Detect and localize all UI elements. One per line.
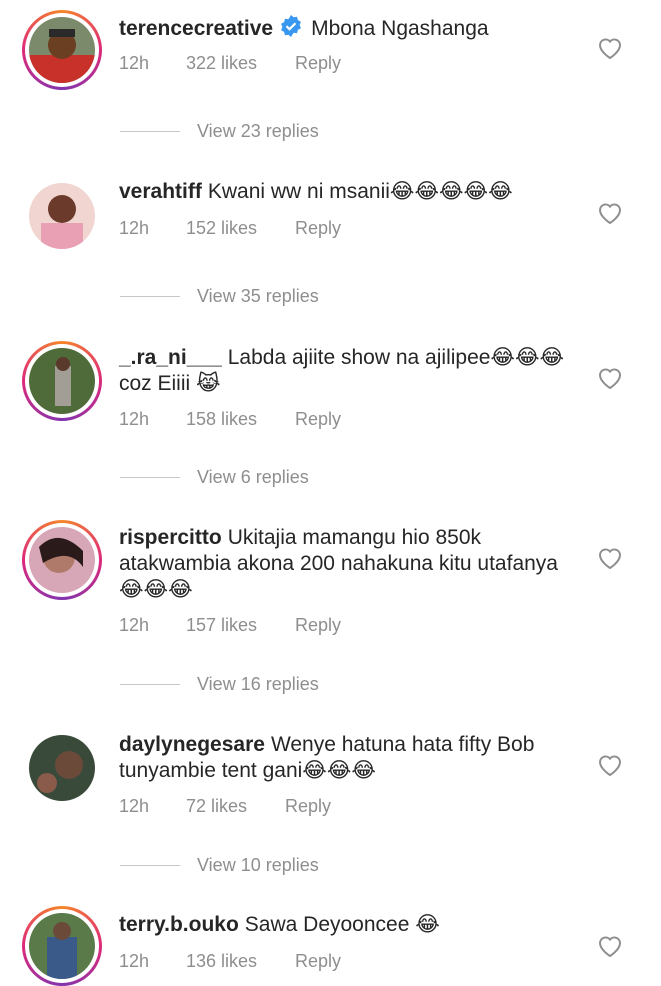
- comment-username[interactable]: daylynegesare: [119, 733, 265, 756]
- heart-outline-icon[interactable]: [597, 201, 623, 225]
- comment-likes[interactable]: 72 likes: [186, 796, 285, 817]
- divider: [120, 865, 180, 866]
- avatar[interactable]: [22, 341, 102, 421]
- comment-likes[interactable]: 157 likes: [186, 615, 295, 636]
- comment-time: 12h: [119, 615, 150, 635]
- comment-likes[interactable]: 158 likes: [186, 409, 295, 430]
- verified-badge-icon: [279, 14, 303, 45]
- comment-text: Kwani ww ni msanii😂😂😂😂😂: [207, 180, 513, 203]
- view-replies-label: View 16 replies: [197, 674, 319, 694]
- heart-outline-icon[interactable]: [597, 753, 623, 777]
- avatar[interactable]: [22, 906, 102, 986]
- view-replies-button[interactable]: View 10 replies: [120, 855, 319, 876]
- comment-likes[interactable]: 136 likes: [186, 951, 295, 972]
- reply-button[interactable]: Reply: [295, 951, 341, 972]
- comment-time: 12h: [119, 53, 150, 73]
- comment-username[interactable]: rispercitto: [119, 526, 222, 549]
- reply-button[interactable]: Reply: [295, 409, 341, 430]
- comment-time: 12h: [119, 796, 150, 816]
- comment-time: 12h: [119, 218, 150, 238]
- view-replies-button[interactable]: View 35 replies: [120, 286, 319, 307]
- divider: [120, 477, 180, 478]
- view-replies-button[interactable]: View 6 replies: [120, 467, 309, 488]
- view-replies-label: View 35 replies: [197, 286, 319, 306]
- view-replies-button[interactable]: View 23 replies: [120, 121, 319, 142]
- view-replies-label: View 23 replies: [197, 121, 319, 141]
- view-replies-button[interactable]: View 16 replies: [120, 674, 319, 695]
- comment-username[interactable]: terry.b.ouko: [119, 913, 239, 936]
- comment-time: 12h: [119, 951, 150, 971]
- reply-button[interactable]: Reply: [295, 53, 341, 74]
- comment-username[interactable]: verahtiff: [119, 180, 202, 203]
- divider: [120, 296, 180, 297]
- avatar[interactable]: [22, 728, 102, 808]
- comment-text: Sawa Deyooncee 😂: [244, 913, 440, 936]
- heart-outline-icon[interactable]: [597, 546, 623, 570]
- reply-button[interactable]: Reply: [295, 218, 341, 239]
- heart-outline-icon[interactable]: [597, 934, 623, 958]
- view-replies-label: View 10 replies: [197, 855, 319, 875]
- avatar[interactable]: [22, 176, 102, 256]
- reply-button[interactable]: Reply: [295, 615, 341, 636]
- comment-username[interactable]: _.ra_ni___: [119, 346, 222, 369]
- avatar[interactable]: [22, 520, 102, 600]
- heart-outline-icon[interactable]: [597, 36, 623, 60]
- divider: [120, 684, 180, 685]
- view-replies-label: View 6 replies: [197, 467, 309, 487]
- comment-text: Mbona Ngashanga: [311, 17, 489, 40]
- comment-likes[interactable]: 322 likes: [186, 53, 295, 74]
- reply-button[interactable]: Reply: [285, 796, 331, 817]
- divider: [120, 131, 180, 132]
- comment-likes[interactable]: 152 likes: [186, 218, 295, 239]
- comment-time: 12h: [119, 409, 150, 429]
- avatar[interactable]: [22, 10, 102, 90]
- heart-outline-icon[interactable]: [597, 366, 623, 390]
- comment-username[interactable]: terencecreative: [119, 17, 273, 40]
